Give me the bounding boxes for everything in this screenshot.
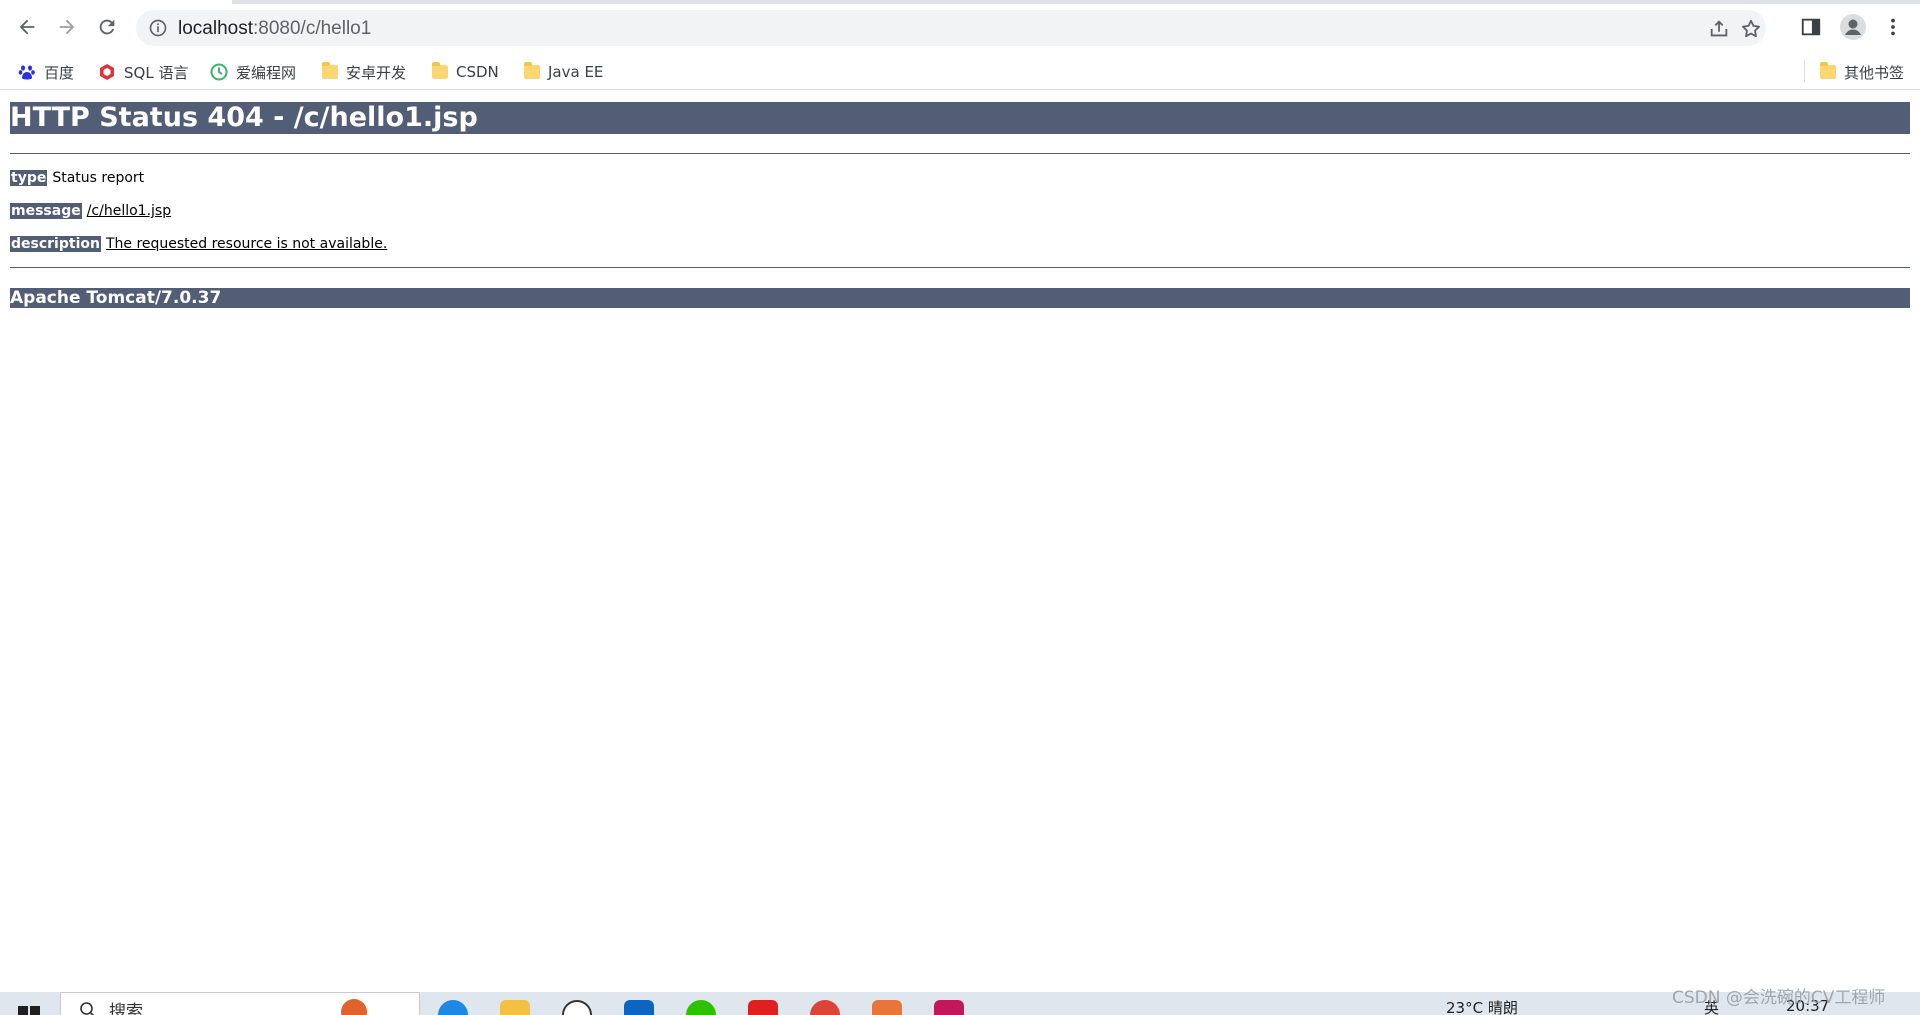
server-info: Apache Tomcat/7.0.37 — [10, 288, 1910, 308]
bookmark-label: CSDN — [456, 63, 499, 81]
watermark: CSDN @会洗碗的CV工程师 — [1672, 988, 1886, 1008]
bookmark-android[interactable]: 安卓开发 — [322, 60, 406, 84]
bookmark-label: 其他书签 — [1844, 63, 1905, 82]
taskbar-search[interactable]: 搜索 — [60, 992, 420, 1015]
clock-app-icon[interactable] — [562, 1000, 592, 1015]
side-panel-icon — [1801, 18, 1821, 36]
bookmark-sql[interactable]: SQL 语言 — [98, 60, 188, 84]
bookmark-csdn[interactable]: CSDN — [432, 60, 499, 84]
search-highlight-icon — [341, 999, 367, 1015]
arrow-right-icon — [59, 19, 75, 35]
bookmark-aibiancheng[interactable]: 爱编程网 — [210, 60, 296, 84]
browser-toolbar: localhost:8080/c/hello1 — [0, 0, 1920, 54]
sublime-icon[interactable] — [872, 1000, 902, 1015]
tab-strip — [0, 0, 1920, 4]
arrow-left-icon — [19, 19, 35, 35]
windows-start-icon[interactable] — [18, 1006, 40, 1015]
search-icon — [80, 1002, 95, 1015]
message-label: message — [10, 203, 82, 219]
url-text[interactable]: localhost:8080/c/hello1 — [178, 18, 371, 40]
xmind-icon[interactable] — [748, 1000, 778, 1015]
description-row: description The requested resource is not… — [10, 235, 387, 253]
star-bookmark-icon[interactable] — [1740, 18, 1762, 40]
bookmark-label: 安卓开发 — [346, 63, 407, 82]
side-panel-button[interactable] — [1798, 14, 1824, 40]
clock-circle-icon — [210, 63, 228, 81]
message-row: message/c/hello1.jsp — [10, 202, 171, 220]
folder-icon — [1820, 62, 1836, 79]
reload-icon — [99, 19, 115, 35]
message-value: /c/hello1.jsp — [86, 203, 172, 219]
type-row: type Status report — [10, 169, 144, 187]
bookmark-label: Java EE — [548, 63, 604, 81]
kebab-menu-icon — [1891, 18, 1895, 36]
share-icon[interactable] — [1708, 18, 1730, 40]
url-host: localhost — [178, 18, 253, 39]
sql-shield-icon — [100, 64, 114, 80]
mail-icon[interactable] — [624, 1000, 654, 1015]
address-bar[interactable]: localhost:8080/c/hello1 — [136, 10, 1766, 46]
divider — [10, 267, 1910, 268]
folder-icon — [524, 62, 540, 79]
divider — [10, 153, 1910, 154]
url-path: :8080/c/hello1 — [253, 18, 372, 39]
menu-button[interactable] — [1880, 14, 1906, 40]
wechat-icon[interactable] — [686, 1000, 716, 1015]
folder-icon — [322, 62, 338, 79]
bookmark-label: 百度 — [44, 63, 75, 82]
edge-icon[interactable] — [438, 1000, 468, 1015]
profile-button[interactable] — [1840, 14, 1866, 40]
reload-button[interactable] — [92, 12, 122, 42]
bookmark-label: 爱编程网 — [236, 63, 297, 82]
bookmark-javaee[interactable]: Java EE — [524, 60, 603, 84]
file-explorer-icon[interactable] — [500, 1000, 530, 1015]
bookmarks-divider — [1804, 60, 1805, 82]
chrome-icon[interactable] — [810, 1000, 840, 1015]
search-placeholder: 搜索 — [109, 1002, 143, 1015]
bookmark-baidu[interactable]: 百度 — [18, 60, 74, 84]
taskbar: 搜索 23°C 晴朗 英 20:37 — [0, 992, 1920, 1015]
bookmark-label: SQL 语言 — [124, 63, 189, 82]
bookmarks-bar: 百度 SQL 语言 爱编程网 安卓开发 CSDN Java EE 其他书签 — [0, 54, 1920, 90]
forward-button[interactable] — [52, 12, 82, 42]
bookmark-other[interactable]: 其他书签 — [1820, 60, 1904, 84]
info-icon[interactable] — [148, 18, 168, 38]
folder-icon — [432, 62, 448, 79]
avatar-icon — [1840, 14, 1866, 40]
type-value: Status report — [52, 170, 145, 186]
baidu-paw-icon — [18, 65, 35, 80]
page-title: HTTP Status 404 - /c/hello1.jsp — [10, 102, 1910, 134]
description-value: The requested resource is not available. — [105, 236, 388, 252]
intellij-icon[interactable] — [934, 1000, 964, 1015]
back-button[interactable] — [12, 12, 42, 42]
type-label: type — [10, 170, 48, 186]
weather[interactable]: 23°C 晴朗 — [1446, 997, 1518, 1015]
description-label: description — [10, 236, 101, 252]
